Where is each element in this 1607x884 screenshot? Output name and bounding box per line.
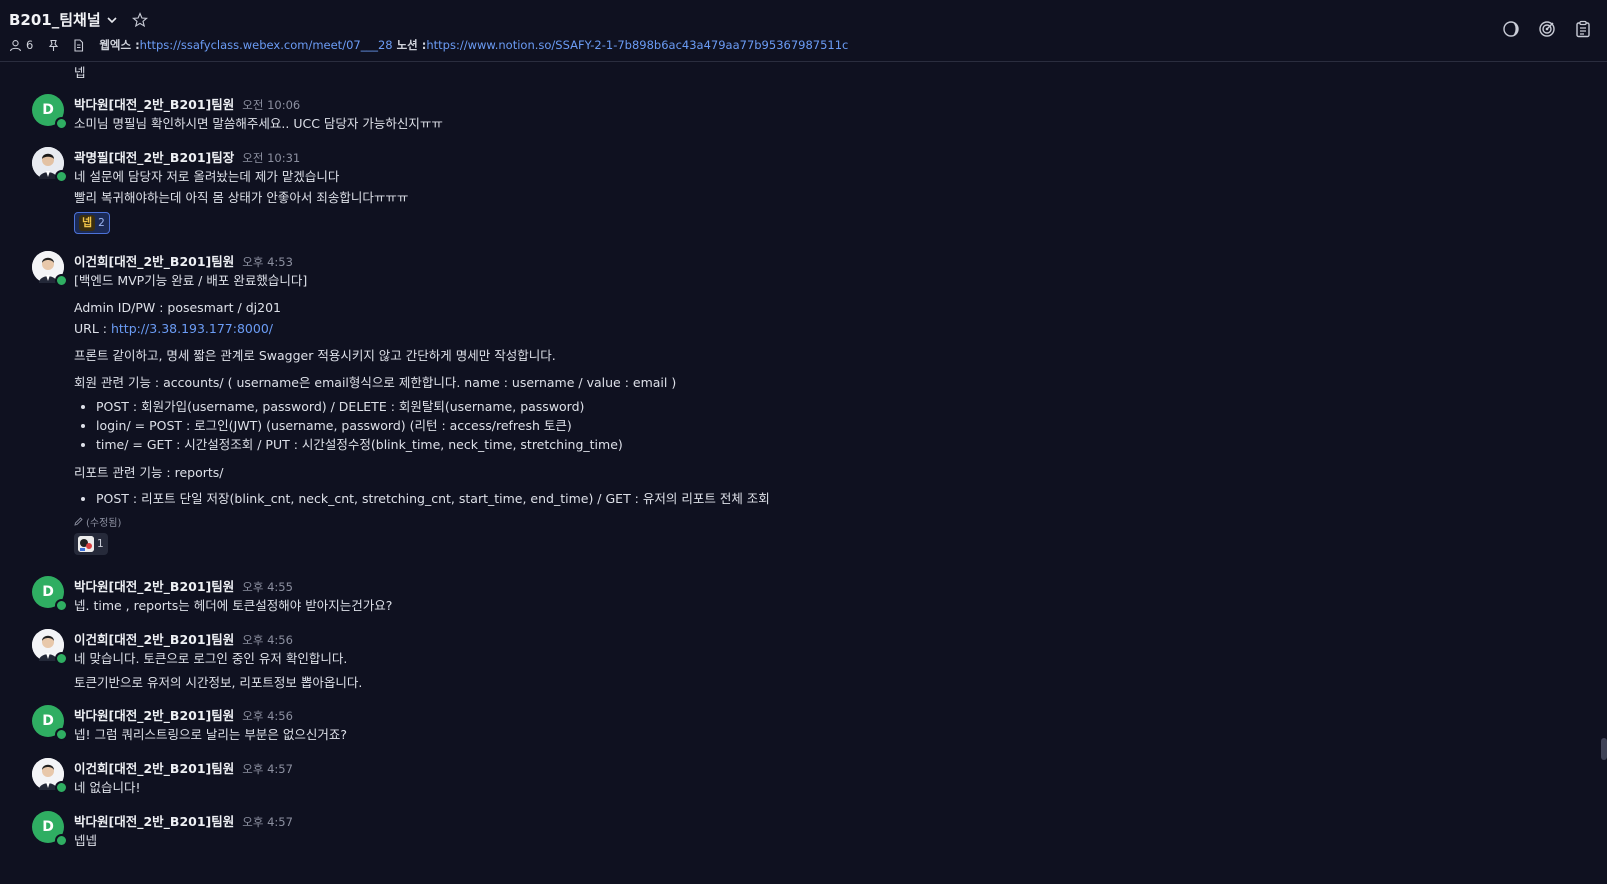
- message-header: 이건희[대전_2반_B201]팀원 오후 4:56: [74, 629, 362, 648]
- moon-icon[interactable]: [1502, 20, 1520, 38]
- author-name[interactable]: 박다원[대전_2반_B201]팀원: [74, 811, 234, 830]
- avatar-letter: D: [42, 584, 54, 600]
- topic-link-notion[interactable]: https://www.notion.so/SSAFY-2-1-7b898b6a…: [426, 38, 848, 52]
- message-text: 네 없습니다!: [74, 780, 141, 795]
- topic-label-webex: 웹엑스 :: [99, 38, 140, 52]
- list-item: POST : 리포트 단일 저장(blink_cnt, neck_cnt, st…: [96, 489, 770, 508]
- url-label: URL :: [74, 321, 111, 336]
- author-name[interactable]: 이건희[대전_2반_B201]팀원: [74, 758, 234, 777]
- author-name[interactable]: 박다원[대전_2반_B201]팀원: [74, 94, 234, 113]
- members-icon[interactable]: [9, 39, 22, 52]
- avatar[interactable]: [32, 629, 68, 665]
- url-line: URL : http://3.38.193.177:8000/: [74, 318, 770, 339]
- document-icon[interactable]: [72, 38, 85, 52]
- timestamp: 오전 10:06: [242, 98, 301, 112]
- timestamp: 오후 4:56: [242, 633, 293, 647]
- online-status-icon: [55, 117, 68, 130]
- timestamp: 오후 4:57: [242, 762, 293, 776]
- message-header: 박다원[대전_2반_B201]팀원 오후 4:56: [74, 705, 347, 724]
- message-text: 빨리 복귀해야하는데 아직 몸 상태가 안좋아서 죄송합니다ㅠㅠㅠ: [74, 190, 409, 205]
- reports-line: 리포트 관련 기능 : reports/: [74, 465, 224, 480]
- clipboard-icon[interactable]: [1574, 20, 1592, 38]
- author-name[interactable]: 이건희[대전_2반_B201]팀원: [74, 629, 234, 648]
- message-header: 이건희[대전_2반_B201]팀원 오후 4:57: [74, 758, 293, 777]
- timestamp: 오후 4:56: [242, 709, 293, 723]
- message-list[interactable]: 넵 D 박다원[대전_2반_B201]팀원 오전 10:06 소미님 명필님 확…: [0, 62, 1607, 884]
- message-text: 넵. time , reports는 헤더에 토큰설정해야 받아지는건가요?: [74, 598, 393, 613]
- timestamp: 오후 4:53: [242, 255, 293, 269]
- author-name[interactable]: 박다원[대전_2반_B201]팀원: [74, 705, 234, 724]
- star-icon[interactable]: [131, 11, 148, 28]
- list-item: POST : 회원가입(username, password) / DELETE…: [96, 397, 770, 416]
- message-header: 곽명필[대전_2반_B201]팀장 오전 10:31: [74, 147, 408, 166]
- avatar[interactable]: [32, 758, 68, 794]
- channel-title[interactable]: B201_팀채널: [9, 9, 101, 30]
- online-status-icon: [55, 599, 68, 612]
- timestamp: 오후 4:57: [242, 815, 293, 829]
- chevron-down-icon[interactable]: [106, 14, 118, 26]
- timestamp: 오전 10:31: [242, 151, 301, 165]
- online-status-icon: [55, 781, 68, 794]
- avatar[interactable]: D: [32, 811, 68, 847]
- reaction-count: 2: [98, 217, 105, 229]
- target-icon[interactable]: [1538, 20, 1556, 38]
- edited-label: (수정됨): [86, 518, 122, 529]
- topic-link-webex[interactable]: https://ssafyclass.webex.com/meet/07___2…: [140, 38, 393, 52]
- message-text: 네 맞습니다. 토큰으로 로그인 중인 유저 확인합니다.: [74, 651, 348, 666]
- message-header: 박다원[대전_2반_B201]팀원 오후 4:57: [74, 811, 293, 830]
- channel-title-row: B201_팀채널: [9, 9, 148, 30]
- list-item: login/ = POST : 로그인(JWT) (username, pass…: [96, 416, 770, 435]
- channel-meta-row: 6 웹엑스 : https://ssafyclass.webex.com/mee…: [9, 37, 848, 53]
- message-header: 박다원[대전_2반_B201]팀원 오전 10:06: [74, 94, 443, 113]
- author-name[interactable]: 곽명필[대전_2반_B201]팀장: [74, 147, 234, 166]
- accounts-line: 회원 관련 기능 : accounts/ ( username은 email형식…: [74, 375, 677, 390]
- avatar[interactable]: D: [32, 705, 68, 741]
- message-header: 이건희[대전_2반_B201]팀원 오후 4:53: [74, 251, 770, 270]
- edited-indicator: (수정됨): [74, 514, 770, 529]
- scrollbar-thumb[interactable]: [1601, 738, 1607, 760]
- online-status-icon: [55, 652, 68, 665]
- message-title-line: [백엔드 MVP기능 완료 / 배포 완료했습니다]: [74, 273, 308, 288]
- message-text: 넵넵: [74, 833, 98, 848]
- member-count[interactable]: 6: [26, 38, 33, 52]
- url-link[interactable]: http://3.38.193.177:8000/: [111, 321, 273, 336]
- channel-header: B201_팀채널 6 웹엑스 : https://ssafyclass.webe…: [0, 0, 1607, 62]
- message-header: 박다원[대전_2반_B201]팀원 오후 4:55: [74, 576, 392, 595]
- reaction-button[interactable]: 넵 2: [74, 212, 110, 234]
- avatar[interactable]: [32, 251, 68, 287]
- avatar-letter: D: [42, 713, 54, 729]
- reaction-count: 1: [97, 538, 104, 550]
- note-line: 프론트 같이하고, 명세 짧은 관계로 Swagger 적용시키지 않고 간단하…: [74, 348, 556, 363]
- reports-list: POST : 리포트 단일 저장(blink_cnt, neck_cnt, st…: [96, 489, 770, 508]
- avatar[interactable]: D: [32, 576, 68, 612]
- reaction-button[interactable]: 1: [74, 533, 108, 555]
- message-text: 네 설문에 담당자 저로 올려놨는데 제가 맡겠습니다: [74, 169, 340, 184]
- message-text: 넵! 그럼 쿼리스트링으로 날리는 부분은 없으신거죠?: [74, 727, 348, 742]
- message-text: 넵: [74, 65, 86, 80]
- avatar[interactable]: D: [32, 94, 68, 130]
- reaction-emoji: 넵: [79, 215, 96, 231]
- header-actions: [1502, 20, 1592, 38]
- avatar-letter: D: [42, 819, 54, 835]
- accounts-list: POST : 회원가입(username, password) / DELETE…: [96, 397, 770, 454]
- pin-icon[interactable]: [47, 39, 60, 52]
- timestamp: 오후 4:55: [242, 580, 293, 594]
- custom-emoji-icon: [78, 536, 94, 552]
- avatar[interactable]: [32, 147, 68, 183]
- online-status-icon: [55, 170, 68, 183]
- avatar-letter: D: [42, 102, 54, 118]
- list-item: time/ = GET : 시간설정조회 / PUT : 시간설정수정(blin…: [96, 435, 770, 454]
- admin-credentials-line: Admin ID/PW : posesmart / dj201: [74, 300, 281, 315]
- online-status-icon: [55, 274, 68, 287]
- online-status-icon: [55, 728, 68, 741]
- pencil-icon: [74, 517, 83, 526]
- online-status-icon: [55, 834, 68, 847]
- author-name[interactable]: 이건희[대전_2반_B201]팀원: [74, 251, 234, 270]
- author-name[interactable]: 박다원[대전_2반_B201]팀원: [74, 576, 234, 595]
- message-text: 소미님 명필님 확인하시면 말씀해주세요.. UCC 담당자 가능하신지ㅠㅠ: [74, 116, 443, 131]
- message-text: 토큰기반으로 유저의 시간정보, 리포트정보 뽑아옵니다.: [74, 675, 363, 690]
- topic-label-notion: 노션 :: [396, 38, 427, 52]
